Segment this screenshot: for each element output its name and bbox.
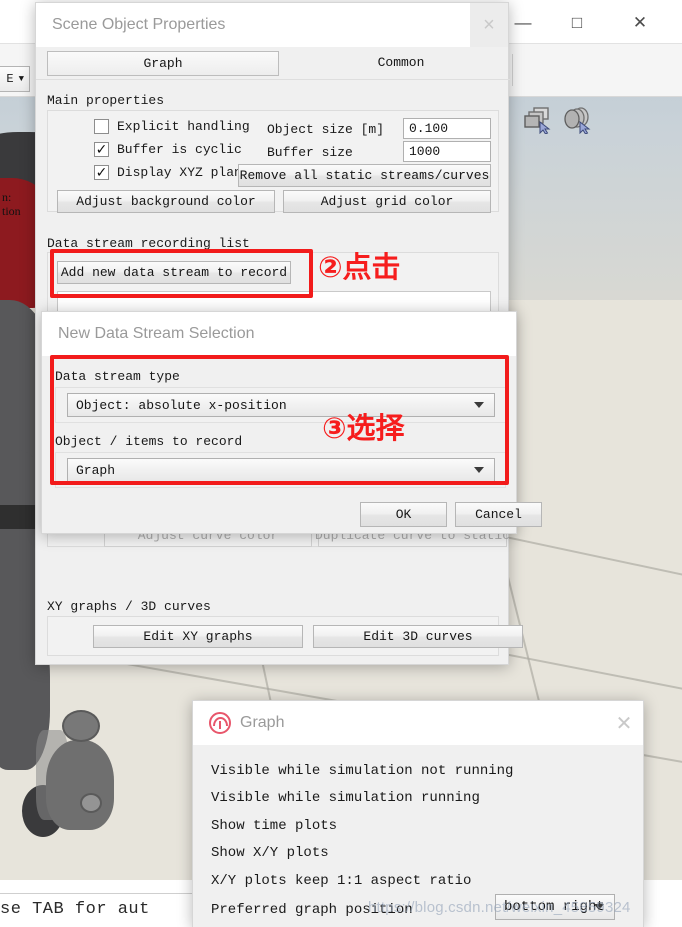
graph-row-3-label: Show X/Y plots <box>211 845 329 861</box>
toolbar-dropdown-value: E <box>6 72 14 86</box>
graph-row-4-label: X/Y plots keep 1:1 aspect ratio <box>211 873 472 889</box>
status-divider <box>0 893 196 894</box>
chevron-down-icon <box>474 467 484 473</box>
edit-3d-curves-button[interactable]: Edit 3D curves <box>313 625 523 648</box>
graph-icon <box>209 712 231 734</box>
robot-foot <box>80 793 102 813</box>
data-stream-type-value: Object: absolute x-position <box>76 397 287 413</box>
tab-common[interactable]: Common <box>291 51 511 74</box>
maximize-button[interactable]: □ <box>562 8 592 36</box>
checkbox-display-xyz-planes[interactable]: ✓ Display XYZ planes <box>94 165 257 180</box>
annotation-step-2: ②点击 <box>318 250 401 284</box>
page-selector-icon[interactable] <box>524 106 554 139</box>
xy-graphs-label: XY graphs / 3D curves <box>47 599 211 614</box>
data-stream-type-dropdown[interactable]: Object: absolute x-position <box>67 393 495 417</box>
xy-graphs-frame: Edit XY graphs Edit 3D curves <box>47 616 523 656</box>
object-size-input[interactable]: 0.100 <box>403 118 491 139</box>
main-properties-label: Main properties <box>47 93 165 108</box>
graph-row-0[interactable]: Visible while simulation not running <box>211 761 513 779</box>
close-button[interactable]: ✕ <box>625 8 655 36</box>
checkbox-buffer-cyclic[interactable]: ✓ Buffer is cyclic <box>94 142 242 157</box>
checkbox-explicit-handling[interactable]: Explicit handling <box>94 119 250 134</box>
dialog-title: Scene Object Properties <box>52 16 226 33</box>
new-stream-body: Data stream type Object: absolute x-posi… <box>42 356 542 535</box>
graph-dialog[interactable]: Graph ✕ Visible while simulation not run… <box>192 700 644 927</box>
graph-row-1[interactable]: Visible while simulation running <box>211 788 480 806</box>
annotation-step-3: ③选择 <box>322 411 405 445</box>
tab-graph[interactable]: Graph <box>47 51 279 76</box>
remove-all-static-streams-button[interactable]: Remove all static streams/curves <box>238 164 491 187</box>
toolbar-separator <box>512 54 513 86</box>
graph-row-4[interactable]: X/Y plots keep 1:1 aspect ratio <box>211 871 471 889</box>
checkbox-buffer-cyclic-label: Buffer is cyclic <box>117 142 242 157</box>
dialog-body: Graph Common Main properties Explicit ha… <box>36 47 523 656</box>
graph-row-2-label: Show time plots <box>211 818 338 834</box>
buffer-size-input[interactable]: 1000 <box>403 141 491 162</box>
adjust-background-color-button[interactable]: Adjust background color <box>57 190 275 213</box>
checkbox-display-xyz-planes-label: Display XYZ planes <box>117 165 258 180</box>
graph-row-1-label: Visible while simulation running <box>211 790 480 806</box>
object-items-frame: Graph <box>55 452 506 488</box>
checkbox-explicit-handling-box[interactable] <box>94 119 109 134</box>
robot-joint <box>46 740 114 830</box>
object-items-dropdown[interactable]: Graph <box>67 458 495 482</box>
graph-dialog-close-icon[interactable]: ✕ <box>605 701 643 745</box>
scene-label-line2: tion <box>2 204 21 218</box>
status-hint-text: se TAB for aut <box>0 900 150 919</box>
toolbar-dropdown[interactable]: E ▼ <box>0 66 30 92</box>
main-properties-frame: Explicit handling Object size [m] 0.100 … <box>47 110 499 213</box>
buffer-size-label: Buffer size <box>267 145 353 160</box>
tab-underline <box>36 79 510 80</box>
cancel-button[interactable]: Cancel <box>455 502 542 527</box>
data-stream-recording-label: Data stream recording list <box>47 236 250 251</box>
checkbox-explicit-handling-label: Explicit handling <box>117 119 250 134</box>
tab-common-label: Common <box>377 55 425 70</box>
chevron-down-icon: ▼ <box>18 74 24 84</box>
checkbox-buffer-cyclic-box[interactable]: ✓ <box>94 142 109 157</box>
object-items-to-record-label: Object / items to record <box>55 434 243 449</box>
dialog-close-icon[interactable]: × <box>470 3 508 47</box>
scene-label-line1: n: <box>2 190 12 204</box>
graph-dialog-titlebar: Graph ✕ <box>193 701 643 745</box>
graph-row-0-label: Visible while simulation not running <box>211 763 514 779</box>
add-new-data-stream-button[interactable]: Add new data stream to record <box>57 261 291 284</box>
tab-bar: Graph Common <box>36 47 511 80</box>
graph-row-2[interactable]: Show time plots <box>211 816 337 834</box>
new-stream-title: New Data Stream Selection <box>58 325 255 342</box>
robot-knob <box>62 710 100 742</box>
watermark: https://blog.csdn.net/weixin_45859324 <box>368 899 631 916</box>
edit-xy-graphs-button[interactable]: Edit XY graphs <box>93 625 303 648</box>
object-selector-icon[interactable] <box>562 106 594 139</box>
chevron-down-icon <box>474 402 484 408</box>
dialog-titlebar: Scene Object Properties × <box>36 3 508 47</box>
adjust-grid-color-button[interactable]: Adjust grid color <box>283 190 491 213</box>
checkbox-display-xyz-planes-box[interactable]: ✓ <box>94 165 109 180</box>
new-stream-titlebar: New Data Stream Selection <box>42 312 516 356</box>
data-stream-type-frame: Object: absolute x-position <box>55 387 506 423</box>
ok-button[interactable]: OK <box>360 502 447 527</box>
minimize-button[interactable]: — <box>508 8 538 36</box>
object-size-label: Object size [m] <box>267 122 385 137</box>
tab-graph-label: Graph <box>143 56 183 71</box>
data-stream-type-label: Data stream type <box>55 369 180 384</box>
graph-dialog-title: Graph <box>240 714 285 731</box>
graph-row-3[interactable]: Show X/Y plots <box>211 843 329 861</box>
new-data-stream-selection-dialog[interactable]: New Data Stream Selection Data stream ty… <box>41 311 542 535</box>
screen: n: tion — □ ✕ E ▼ se TAB for aut Scene O… <box>0 0 682 927</box>
object-items-value: Graph <box>76 462 116 478</box>
